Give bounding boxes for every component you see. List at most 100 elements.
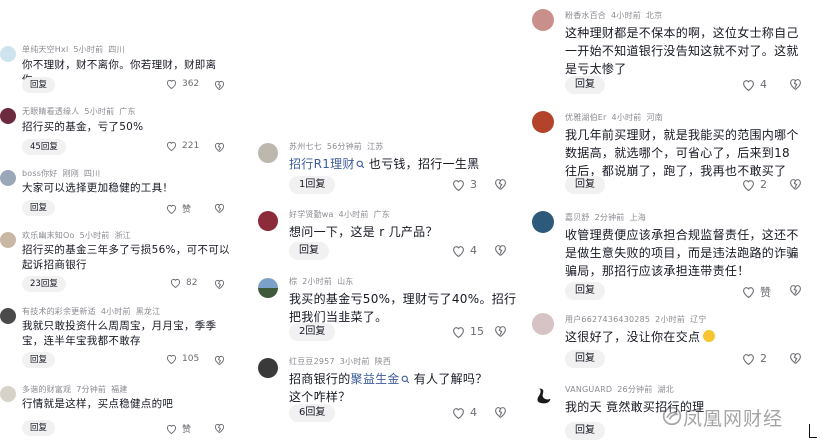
reply-button[interactable]: 回复	[565, 176, 605, 194]
avatar[interactable]	[532, 111, 554, 133]
comment-item: 嘉贝舒 2分钟前 上海 收管理费便应该承担合规监督责任，这还不是做生意失败的项目，而…	[532, 210, 823, 302]
avatar[interactable]	[0, 108, 16, 124]
like-button[interactable]: 3	[452, 178, 477, 191]
heart-icon	[166, 79, 177, 89]
dislike-icon[interactable]	[494, 244, 507, 257]
comment-location: 山东	[337, 277, 354, 286]
comment-username[interactable]: 苏州七七	[289, 142, 322, 151]
avatar[interactable]	[532, 385, 554, 407]
dislike-icon[interactable]	[214, 355, 225, 366]
comment-location: 四川	[108, 45, 125, 54]
like-button[interactable]: 15	[452, 325, 484, 338]
product-tag-link[interactable]: 聚益生金	[351, 372, 400, 386]
heart-icon	[743, 179, 754, 191]
comment-time: 5小时前	[84, 107, 115, 116]
like-button[interactable]: 221	[166, 141, 199, 151]
comment-username[interactable]: 无眼睛看透缘人	[22, 107, 79, 116]
avatar[interactable]	[0, 232, 16, 248]
reply-button[interactable]: 2回复	[289, 323, 336, 341]
comment-username[interactable]: 用户6627436430285	[565, 315, 650, 324]
comment-username[interactable]: 单纯天空Hxl	[22, 45, 68, 54]
avatar[interactable]	[0, 308, 16, 324]
avatar[interactable]	[258, 358, 278, 378]
like-button[interactable]: 82	[170, 278, 197, 288]
dislike-icon[interactable]	[494, 178, 507, 191]
avatar[interactable]	[532, 9, 554, 31]
avatar[interactable]	[532, 211, 554, 233]
comment-username[interactable]: 有技术的彩余更新适	[22, 307, 96, 316]
comment-location: 广东	[373, 210, 390, 219]
comment-username[interactable]: 欢乐幽末知Oo	[22, 231, 75, 240]
comment-location: 辽宁	[690, 315, 707, 324]
reply-button[interactable]: 回复	[22, 77, 56, 93]
heart-icon	[166, 204, 177, 214]
like-button[interactable]: 4	[452, 406, 477, 419]
like-button[interactable]: 105	[166, 354, 199, 364]
heart-icon	[453, 326, 464, 338]
reply-button[interactable]: 回复	[565, 76, 605, 94]
reply-button[interactable]: 回复	[565, 350, 605, 368]
avatar[interactable]	[532, 313, 554, 335]
reply-button[interactable]: 1回复	[289, 176, 336, 194]
comment-username[interactable]: 嘉贝舒	[565, 213, 590, 222]
like-count: 2	[760, 178, 767, 191]
like-button[interactable]: 4	[742, 78, 767, 91]
reply-button[interactable]: 回复	[565, 282, 605, 300]
like-button[interactable]: 2	[742, 352, 767, 365]
comment-username[interactable]: 优雅湖伯Er	[565, 113, 607, 122]
reply-button[interactable]: 回复	[22, 420, 56, 436]
comment-text: 想问一下，这是 r 几产品？	[289, 225, 438, 239]
comment-time: 4小时前	[611, 11, 641, 20]
like-count: 82	[186, 278, 198, 288]
like-button[interactable]: 赞	[166, 422, 191, 435]
dislike-icon[interactable]	[214, 279, 225, 290]
dislike-icon[interactable]	[214, 203, 225, 214]
comment-time: 3小时前	[339, 357, 370, 366]
comment-username[interactable]: 好学贤勤wa	[289, 210, 334, 219]
dislike-icon[interactable]	[494, 406, 507, 419]
comment-item: 优雅湖伯Er 4小时前 河南 我几年前买理财，就是我能买的范围内哪个数据高，就选哪个…	[532, 110, 823, 200]
search-icon[interactable]	[356, 160, 365, 169]
dislike-icon[interactable]	[214, 423, 225, 434]
dislike-icon[interactable]	[789, 78, 802, 91]
like-button[interactable]: 赞	[742, 284, 771, 300]
reply-button[interactable]: 回复	[22, 352, 56, 368]
comment-location: 浙江	[114, 231, 131, 240]
comment-username[interactable]: 多谐的财富观	[22, 385, 71, 394]
dislike-icon[interactable]	[789, 284, 802, 297]
like-button[interactable]: 赞	[166, 202, 191, 215]
comment-text: 这很好了，没让你在交点	[565, 328, 800, 346]
avatar[interactable]	[0, 386, 16, 402]
comment-username[interactable]: 粉香水百合	[565, 11, 606, 20]
comment-time: 4小时前	[611, 113, 642, 122]
like-count: 4	[760, 78, 767, 91]
avatar[interactable]	[258, 211, 278, 231]
heart-icon	[743, 353, 754, 365]
avatar[interactable]	[0, 170, 16, 186]
avatar[interactable]	[258, 143, 278, 163]
reply-button[interactable]: 回复	[22, 200, 56, 216]
comment-column-middle: 苏州七七 56分钟前 江苏 招行R1理财 也亏钱，招行一生黑 1回复 3 好学贤勤wa…	[258, 0, 520, 445]
dislike-icon[interactable]	[214, 142, 225, 153]
reply-button[interactable]: 回复	[565, 422, 605, 440]
comment-username[interactable]: VANGUARD	[565, 385, 612, 394]
product-tag-link[interactable]: 招行R1理财	[289, 157, 355, 171]
reply-button[interactable]: 回复	[289, 242, 329, 260]
watermark: 凤凰网财经	[683, 408, 784, 430]
avatar[interactable]	[0, 46, 16, 62]
avatar[interactable]	[258, 278, 278, 298]
comment-username[interactable]: 棕	[289, 277, 297, 286]
like-button[interactable]: 2	[742, 178, 767, 191]
comment-username[interactable]: 红豆豆2957	[289, 357, 335, 366]
like-button[interactable]: 4	[452, 244, 477, 257]
reply-button[interactable]: 23回复	[22, 276, 66, 292]
dislike-icon[interactable]	[494, 325, 507, 338]
dislike-icon[interactable]	[789, 352, 802, 365]
reply-button[interactable]: 45回复	[22, 139, 66, 155]
dislike-icon[interactable]	[789, 178, 802, 191]
comment-username[interactable]: boss你好	[22, 169, 58, 178]
search-icon[interactable]	[401, 375, 410, 384]
dislike-icon[interactable]	[214, 80, 225, 91]
reply-button[interactable]: 6回复	[289, 404, 336, 422]
like-button[interactable]: 362	[166, 79, 199, 89]
